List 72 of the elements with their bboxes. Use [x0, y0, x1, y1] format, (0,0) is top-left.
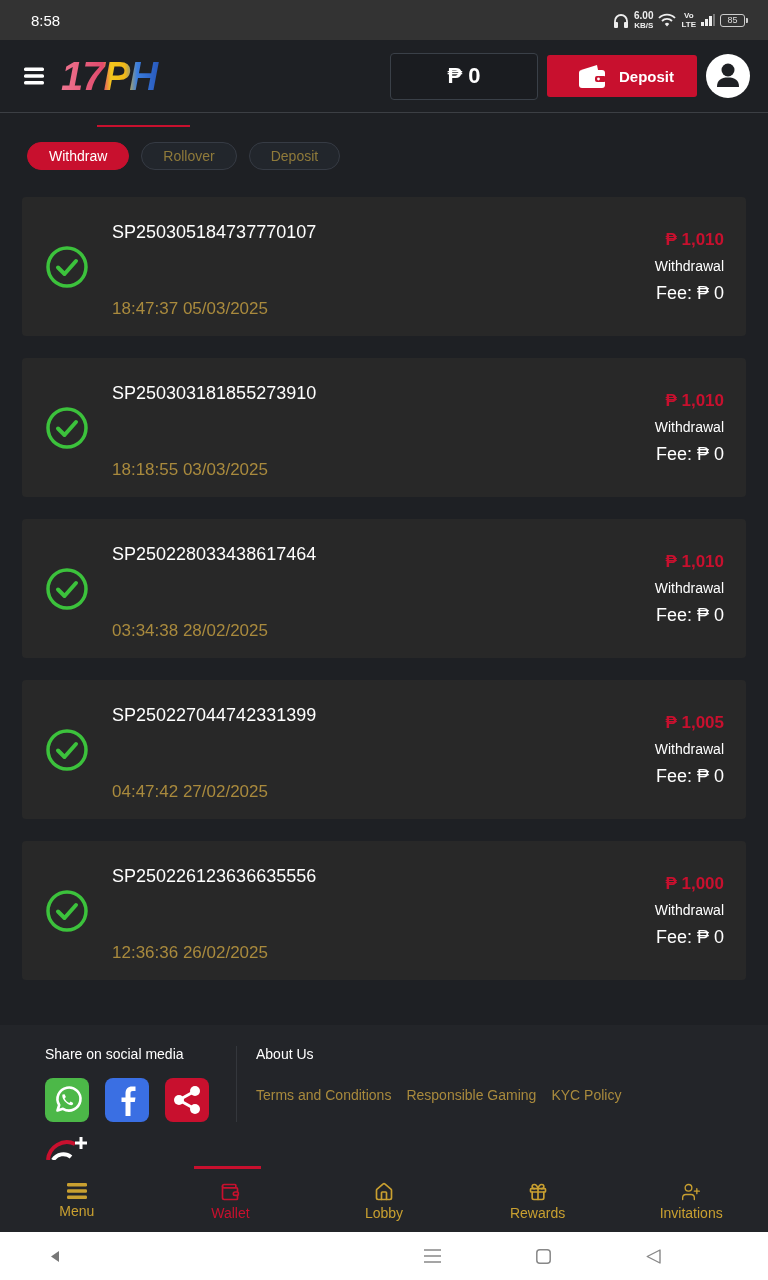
facebook-icon[interactable] — [105, 1078, 149, 1122]
transaction-fee: Fee: ₱ 0 — [655, 282, 724, 305]
transaction-type: Withdrawal — [654, 418, 724, 437]
transaction-id: SP250305184737770107 — [112, 221, 318, 243]
nav-label: Menu — [59, 1203, 95, 1220]
transaction-id: SP250228033438617464 — [112, 543, 318, 565]
transaction-id: SP250303181855273910 — [112, 382, 318, 404]
nav-label: Wallet — [211, 1205, 250, 1222]
network-speed-unit: KB/S — [634, 21, 654, 30]
transaction-card[interactable]: SP250227044742331399 04:47:42 27/02/2025 ₱ 1,005 Withdrawal Fee: ₱ 0 — [22, 680, 746, 819]
menu-icon[interactable] — [24, 67, 44, 85]
nav-item[interactable]: Lobby — [307, 1166, 461, 1232]
transaction-type: Withdrawal — [654, 257, 724, 276]
filter-tab[interactable]: Withdraw — [27, 142, 130, 170]
volte-label: LTE — [681, 20, 696, 29]
transaction-fee: Fee: ₱ 0 — [655, 604, 724, 627]
transaction-card[interactable]: SP250303181855273910 18:18:55 03/03/2025 ₱ 1,010 Withdrawal Fee: ₱ 0 — [22, 358, 746, 497]
nav-label: Lobby — [364, 1205, 404, 1222]
transaction-type: Withdrawal — [654, 740, 724, 759]
nav-label: Rewards — [509, 1205, 566, 1222]
transaction-amount: ₱ 1,005 — [665, 712, 724, 734]
transaction-amount: ₱ 1,000 — [665, 873, 724, 895]
avatar-icon[interactable] — [706, 54, 750, 98]
footer-link[interactable]: Terms and Conditions — [256, 1087, 392, 1104]
user-plus-icon — [681, 1182, 702, 1202]
transaction-type: Withdrawal — [654, 901, 724, 920]
status-time: 8:58 — [31, 11, 61, 29]
network-speed-value: 6.00 — [634, 10, 654, 21]
headphones-icon — [613, 12, 629, 28]
home-icon — [374, 1182, 394, 1202]
nav-item[interactable]: Menu — [0, 1166, 154, 1232]
filter-tab[interactable]: Rollover — [141, 142, 237, 170]
about-title: About Us — [256, 1046, 315, 1063]
back-icon[interactable] — [646, 1248, 661, 1264]
transaction-time: 03:34:38 28/02/2025 — [112, 620, 269, 642]
nav-label: Invitations — [659, 1205, 723, 1222]
battery-level: 85 — [720, 13, 745, 27]
transaction-fee: Fee: ₱ 0 — [655, 765, 724, 788]
nav-item[interactable]: Invitations — [614, 1166, 768, 1232]
volte-label: Vo — [683, 11, 694, 20]
deposit-button[interactable]: Deposit — [547, 55, 697, 97]
footer-link[interactable]: Responsible Gaming — [406, 1087, 537, 1104]
collapse-arrow-icon[interactable] — [50, 1250, 59, 1262]
transaction-fee: Fee: ₱ 0 — [655, 443, 724, 466]
transaction-time: 12:36:36 26/02/2025 — [112, 942, 269, 964]
wallet-icon — [220, 1182, 241, 1202]
transaction-time: 04:47:42 27/02/2025 — [112, 781, 269, 803]
home-button-icon[interactable] — [536, 1248, 551, 1264]
gift-icon — [527, 1182, 548, 1202]
share-icon[interactable] — [165, 1078, 209, 1122]
footer-link[interactable]: KYC Policy — [551, 1087, 622, 1104]
transaction-card[interactable]: SP250226123636635556 12:36:36 26/02/2025 ₱ 1,000 Withdrawal Fee: ₱ 0 — [22, 841, 746, 980]
transaction-amount: ₱ 1,010 — [665, 551, 724, 573]
transaction-id: SP250227044742331399 — [112, 704, 318, 726]
transaction-card[interactable]: SP250305184737770107 18:47:37 05/03/2025 ₱ 1,010 Withdrawal Fee: ₱ 0 — [22, 197, 746, 336]
whatsapp-icon[interactable] — [45, 1078, 89, 1122]
wallet-icon — [578, 64, 606, 88]
filter-tab[interactable]: Deposit — [248, 142, 341, 170]
transaction-type: Withdrawal — [654, 579, 724, 598]
transaction-time: 18:47:37 05/03/2025 — [112, 298, 269, 320]
menu-icon — [66, 1182, 87, 1200]
wifi-icon — [658, 13, 677, 27]
transaction-id: SP250226123636635556 — [112, 865, 318, 887]
signal-icon — [701, 14, 715, 26]
transaction-amount: ₱ 1,010 — [665, 390, 724, 412]
balance-display: ₱ 0 — [390, 52, 538, 100]
transaction-time: 18:18:55 03/03/2025 — [112, 459, 269, 481]
share-title: Share on social media — [45, 1046, 185, 1063]
nav-item[interactable]: Rewards — [460, 1166, 615, 1232]
transaction-amount: ₱ 1,010 — [665, 229, 724, 251]
transaction-card[interactable]: SP250228033438617464 03:34:38 28/02/2025 ₱ 1,010 Withdrawal Fee: ₱ 0 — [22, 519, 746, 658]
transaction-fee: Fee: ₱ 0 — [655, 926, 724, 949]
